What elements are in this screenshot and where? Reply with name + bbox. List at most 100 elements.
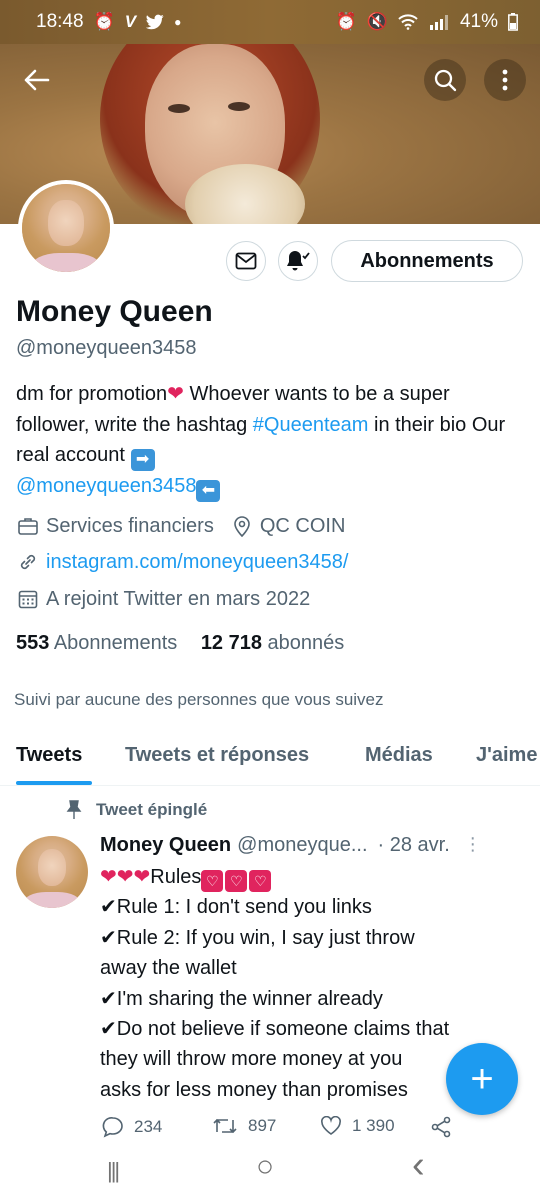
signal-icon: [429, 15, 448, 30]
compose-tweet-button[interactable]: +: [446, 1043, 518, 1115]
tweet-line: ✔Rule 2: If you win, I say just throw: [100, 926, 415, 949]
home-button[interactable]: ○: [256, 1150, 274, 1184]
profile-website-link[interactable]: instagram.com/moneyqueen3458/: [46, 551, 348, 574]
heart-outline-icon: [321, 1116, 341, 1135]
bio-text-1: dm for promotion: [16, 383, 168, 405]
reply-count: 234: [134, 1117, 163, 1136]
followers-count: 12 718: [200, 632, 262, 654]
retweet-icon: [213, 1118, 237, 1134]
tab-likes[interactable]: J'aime: [476, 744, 537, 767]
tweet-author-avatar[interactable]: [16, 836, 88, 908]
alarm-icon: ⏰: [335, 12, 357, 31]
heart-emoji-icon: ❤❤❤: [100, 866, 151, 888]
clock: 18:48: [36, 11, 84, 32]
twitter-icon: [146, 14, 164, 30]
status-bar-left: 18:48 ⏰ V ●: [36, 11, 181, 33]
share-icon: [431, 1116, 451, 1138]
alarm-icon: ⏰: [93, 12, 115, 31]
reply-button[interactable]: 234: [102, 1116, 162, 1138]
followers-label: abonnés: [267, 632, 345, 654]
search-icon: [434, 69, 457, 92]
tweet-date[interactable]: · 28 avr.: [378, 834, 450, 857]
calendar-icon: [16, 587, 40, 611]
profile-counts: 553 Abonnements 12 718 abonnés: [16, 632, 344, 655]
battery-icon: [508, 13, 518, 31]
tab-tweets[interactable]: Tweets: [16, 744, 82, 767]
wifi-icon: [398, 14, 418, 30]
tweet-more-icon[interactable]: ⋮: [464, 834, 482, 857]
heart-emoji-icon: ❤: [167, 383, 184, 405]
active-tab-indicator: [16, 781, 92, 785]
arrow-left-icon: [24, 69, 50, 91]
bio-hashtag-link[interactable]: #Queenteam: [253, 414, 369, 436]
avatar-face: [48, 199, 84, 246]
android-nav-bar: ||| ○ ‹: [0, 1144, 540, 1200]
recents-button[interactable]: |||: [107, 1158, 120, 1184]
tweet-author-handle[interactable]: @moneyque...: [237, 834, 367, 857]
search-button[interactable]: [424, 59, 466, 101]
tweet-header: Money Queen @moneyque... · 28 avr. ⋮: [100, 834, 525, 857]
message-button[interactable]: [226, 241, 266, 281]
dot-icon: ●: [174, 15, 182, 29]
avatar-image: [22, 184, 110, 272]
reply-icon: [102, 1117, 123, 1138]
tweet-avatar-face: [37, 848, 67, 887]
like-count: 1 390: [352, 1116, 395, 1135]
tweet-line: ✔Rule 1: I don't send you links: [100, 896, 372, 919]
profile-bio: dm for promotion❤ Whoever wants to be a …: [16, 379, 526, 502]
back-nav-button[interactable]: ‹: [412, 1144, 425, 1187]
profile-joined-row: A rejoint Twitter en mars 2022: [16, 587, 310, 611]
tweet-line-rules: ❤❤❤Rules ♡ ♡ ♡: [100, 862, 520, 892]
pinned-text: Tweet épinglé: [96, 800, 208, 819]
bio-account-link[interactable]: @moneyqueen3458: [16, 475, 196, 497]
profile-joined-date: A rejoint Twitter en mars 2022: [46, 587, 311, 610]
heart-box-emoji-icon: ♡: [225, 870, 248, 892]
v-app-icon: V: [124, 12, 137, 31]
pin-icon: [66, 800, 82, 819]
share-button[interactable]: [430, 1116, 452, 1138]
plus-icon: +: [470, 1056, 494, 1101]
mute-icon: 🔇: [366, 12, 388, 31]
tab-media[interactable]: Médias: [365, 744, 433, 767]
following-count: 553: [16, 632, 50, 654]
retweet-count: 897: [248, 1116, 277, 1135]
profile-location: QC COIN: [259, 514, 346, 537]
tweet-author-name[interactable]: Money Queen: [100, 834, 231, 857]
following-link[interactable]: 553 Abonnements: [16, 632, 177, 654]
retweet-button[interactable]: 897: [212, 1116, 276, 1136]
profile-avatar[interactable]: [18, 180, 114, 276]
bell-check-icon: [287, 251, 310, 271]
arrow-right-emoji-icon: ➡: [130, 449, 155, 471]
banner-eye-left: [168, 104, 190, 113]
heart-box-emoji-icon: ♡: [201, 870, 224, 892]
tweet-line: ✔Do not believe if someone claims that: [100, 1018, 450, 1041]
tweet-line: away the wallet: [100, 957, 237, 980]
briefcase-icon: [16, 514, 40, 538]
profile-category: Services financiers: [46, 514, 214, 537]
status-bar-right: ⏰ 🔇 41%: [336, 11, 518, 33]
arrow-left-emoji-icon: ⬅: [196, 480, 221, 502]
profile-handle: @moneyqueen3458: [16, 337, 197, 359]
tweet-avatar-shirt: [23, 892, 81, 908]
more-button[interactable]: [484, 59, 526, 101]
following-button[interactable]: Abonnements: [331, 240, 523, 282]
battery-level: 41%: [459, 11, 498, 32]
profile-name: Money Queen: [16, 295, 213, 328]
heart-box-emoji-icon: ♡: [249, 870, 272, 892]
following-label: Abonnements: [53, 632, 178, 654]
followers-link[interactable]: 12 718 abonnés: [201, 632, 344, 654]
status-bar: 18:48 ⏰ V ● ⏰ 🔇 41%: [0, 0, 540, 44]
link-icon: [16, 550, 40, 574]
more-vertical-icon: [502, 69, 508, 91]
tweet-line: ✔I'm sharing the winner already: [100, 987, 383, 1010]
notifications-button[interactable]: [278, 241, 318, 281]
followed-by-text: Suivi par aucune des personnes que vous …: [14, 690, 384, 709]
like-button[interactable]: 1 390: [320, 1116, 395, 1136]
envelope-icon: [235, 252, 257, 270]
tab-tweets-replies[interactable]: Tweets et réponses: [125, 744, 309, 767]
profile-tabs: Tweets Tweets et réponses Médias J'aime: [0, 730, 540, 786]
location-pin-icon: [230, 514, 254, 538]
back-button[interactable]: [16, 59, 58, 101]
tweet-rules-title: Rules: [150, 866, 202, 888]
pinned-label: Tweet épinglé: [66, 800, 207, 820]
